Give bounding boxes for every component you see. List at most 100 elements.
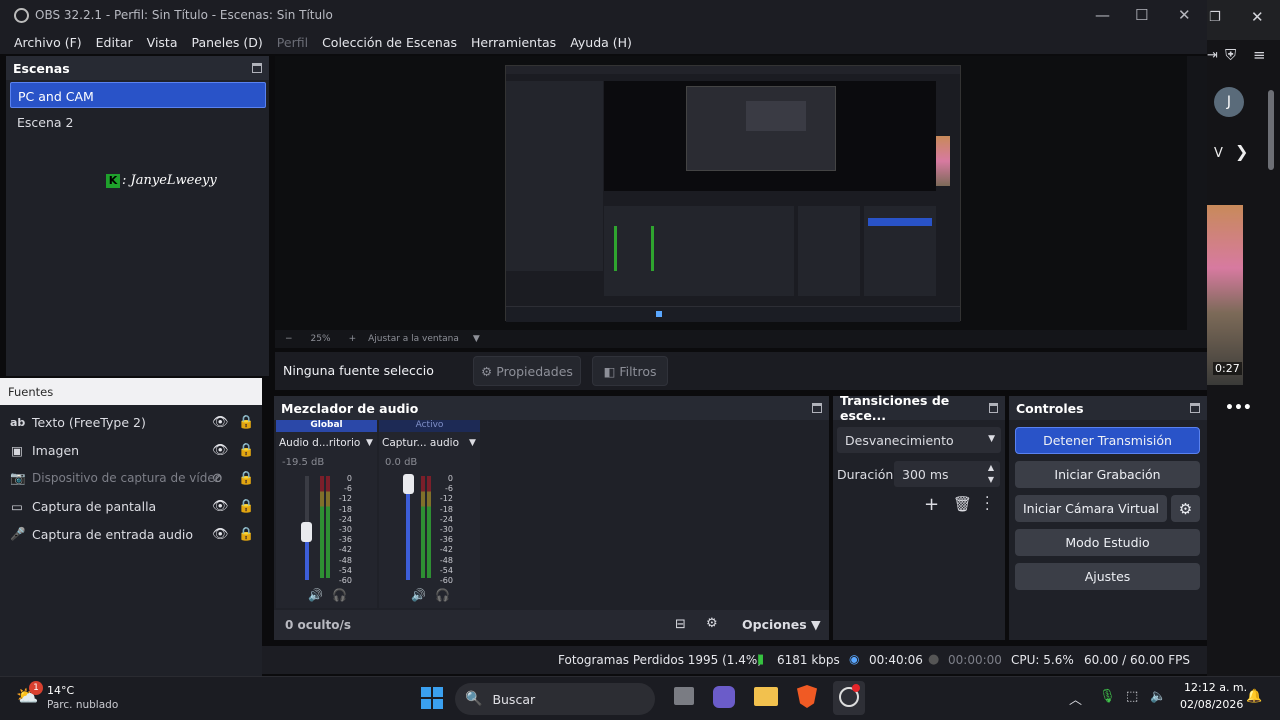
more-icon[interactable]: ••• (1225, 400, 1252, 416)
studio-mode-button[interactable]: Modo Estudio (1015, 529, 1200, 556)
properties-button[interactable]: ⚙ Propiedades (473, 356, 581, 386)
browser-scrollbar[interactable] (1268, 90, 1274, 170)
undock-icon[interactable] (252, 63, 262, 73)
undock-icon[interactable] (988, 403, 998, 413)
eye-icon[interactable]: 👁 (212, 499, 229, 514)
clock-time[interactable]: 12:12 a. m. (1184, 681, 1247, 694)
notification-bell-icon[interactable]: 🔔 (1246, 689, 1262, 704)
preview-toolbar: − 25% + Ajustar a la ventana ▼ (275, 330, 1207, 348)
source-item-screen-capture[interactable]: ▭ Captura de pantalla 👁 🔒 (0, 492, 262, 520)
scene-item-pc-and-cam[interactable]: PC and CAM (10, 82, 266, 108)
fit-window-label[interactable]: Ajustar a la ventana (368, 334, 459, 344)
lock-icon[interactable]: 🔒 (238, 527, 254, 542)
menu-profile[interactable]: Perfil (277, 35, 308, 50)
volume-slider-handle[interactable] (403, 474, 414, 494)
speaker-icon[interactable]: 🔊 (308, 588, 323, 602)
menu-help[interactable]: Ayuda (H) (570, 35, 632, 50)
chevron-right-icon[interactable]: ❯ (1235, 142, 1248, 161)
restore-icon[interactable]: ❐ (1209, 10, 1221, 25)
menu-file[interactable]: Archivo (F) (14, 35, 82, 50)
duration-spinbox[interactable]: 300 ms ▲ ▼ (894, 461, 1000, 487)
browser-close-icon[interactable]: ✕ (1251, 8, 1264, 26)
add-icon[interactable]: + (924, 494, 939, 515)
extension-icon[interactable]: ⇥ (1207, 48, 1218, 63)
options-button[interactable]: Opciones ▼ (742, 617, 821, 632)
network-icon[interactable]: ⬚ (1126, 689, 1138, 704)
source-item-text[interactable]: ab Texto (FreeType 2) 👁 🔒 (0, 408, 262, 436)
menu-icon[interactable]: ≡ (1253, 46, 1266, 64)
obs-taskbar-item[interactable] (833, 681, 865, 715)
virtual-camera-settings-icon[interactable]: ⚙ (1171, 495, 1200, 522)
lock-icon[interactable]: 🔒 (238, 471, 254, 486)
volume-slider-fill (305, 542, 309, 580)
fit-dropdown-chevron-icon[interactable]: ▼ (473, 334, 480, 344)
search-icon: 🔍 (465, 691, 483, 707)
shield-icon[interactable]: ⛨ (1225, 46, 1236, 64)
close-icon[interactable]: ✕ (1178, 6, 1191, 24)
zoom-out-icon[interactable]: − (285, 334, 293, 344)
maximize-icon[interactable]: ☐ (1135, 6, 1148, 24)
lock-icon[interactable]: 🔒 (238, 415, 254, 430)
scenes-title: Escenas (13, 60, 70, 76)
minimize-icon[interactable]: — (1095, 6, 1110, 24)
start-recording-button[interactable]: Iniciar Grabación (1015, 461, 1200, 488)
undock-icon[interactable] (812, 403, 822, 413)
menu-tools[interactable]: Herramientas (471, 35, 556, 50)
layout-icon[interactable]: ⊟ (675, 617, 686, 632)
sources-header[interactable]: Fuentes (0, 378, 262, 405)
eye-icon[interactable]: 👁 (212, 527, 229, 542)
eye-hidden-icon[interactable]: ⊘ (212, 471, 223, 486)
more-vertical-icon[interactable]: · · · (985, 491, 989, 517)
spin-arrows-icon[interactable]: ▲ ▼ (988, 462, 994, 486)
preview-scrollbar[interactable] (1187, 56, 1207, 330)
chevron-down-icon[interactable]: ▼ (469, 438, 476, 448)
eye-icon[interactable]: 👁 (212, 415, 229, 430)
taskbar: ⛅ 1 14°C Parc. nublado 🔍 Buscar ︿ 🎙 ⬚ 🔈 … (0, 676, 1280, 720)
start-virtual-camera-button[interactable]: Iniciar Cámara Virtual (1015, 495, 1167, 522)
tab-global[interactable]: Global (276, 420, 377, 432)
menu-scene-collection[interactable]: Colección de Escenas (322, 35, 457, 50)
undock-icon[interactable] (1190, 403, 1200, 413)
trash-icon[interactable]: 🗑 (953, 495, 972, 513)
brave-browser-icon[interactable] (797, 685, 817, 708)
source-item-audio-input[interactable]: 🎤 Captura de entrada audio 👁 🔒 (0, 520, 262, 548)
avatar[interactable]: J (1214, 87, 1244, 117)
video-thumbnail[interactable] (1207, 205, 1243, 385)
scene-item-escena-2[interactable]: Escena 2 (17, 115, 73, 130)
teams-icon[interactable] (713, 686, 735, 708)
preview-area[interactable] (275, 56, 1207, 330)
properties-label: Propiedades (496, 363, 573, 379)
eye-icon[interactable]: 👁 (212, 443, 229, 458)
settings-button[interactable]: Ajustes (1015, 563, 1200, 590)
file-explorer-icon[interactable] (754, 687, 778, 706)
mixer-title: Mezclador de audio (281, 400, 419, 416)
headphones-icon[interactable]: 🎧 (332, 588, 347, 602)
source-item-image[interactable]: ▣ Imagen 👁 🔒 (0, 436, 262, 464)
windows-start-icon[interactable] (421, 687, 443, 709)
stop-stream-button[interactable]: Detener Transmisión (1015, 427, 1200, 454)
filters-button[interactable]: ◧ Filtros (592, 356, 668, 386)
menu-edit[interactable]: Editar (96, 35, 133, 50)
chevron-up-icon[interactable]: ︿ (1069, 689, 1082, 708)
task-view-icon[interactable] (674, 687, 694, 705)
volume-slider-handle[interactable] (301, 522, 312, 542)
tab-active[interactable]: Activo (379, 420, 480, 432)
transition-select[interactable]: Desvanecimiento ▼ (837, 427, 1001, 453)
menu-docks[interactable]: Paneles (D) (192, 35, 263, 50)
selected-source-label: Ninguna fuente seleccionad (283, 363, 435, 378)
taskbar-search[interactable]: 🔍 Buscar (455, 683, 655, 715)
zoom-in-icon[interactable]: + (349, 334, 357, 344)
clock-date[interactable]: 02/08/2026 (1180, 698, 1243, 711)
level-meter (427, 476, 431, 578)
advanced-settings-icon[interactable]: ⚙ (706, 616, 718, 631)
lock-icon[interactable]: 🔒 (238, 443, 254, 458)
volume-icon[interactable]: 🔈 (1150, 689, 1166, 704)
filters-label: Filtros (619, 363, 657, 379)
lock-icon[interactable]: 🔒 (238, 499, 254, 514)
headphones-icon[interactable]: 🎧 (435, 588, 450, 602)
microphone-tray-icon[interactable]: 🎙 (1099, 689, 1116, 704)
menu-view[interactable]: Vista (147, 35, 178, 50)
source-item-video-capture[interactable]: 📷 Dispositivo de captura de vídeo ⊘ 🔒 (0, 464, 262, 492)
chevron-down-icon[interactable]: ▼ (366, 438, 373, 448)
speaker-icon[interactable]: 🔊 (411, 588, 426, 602)
